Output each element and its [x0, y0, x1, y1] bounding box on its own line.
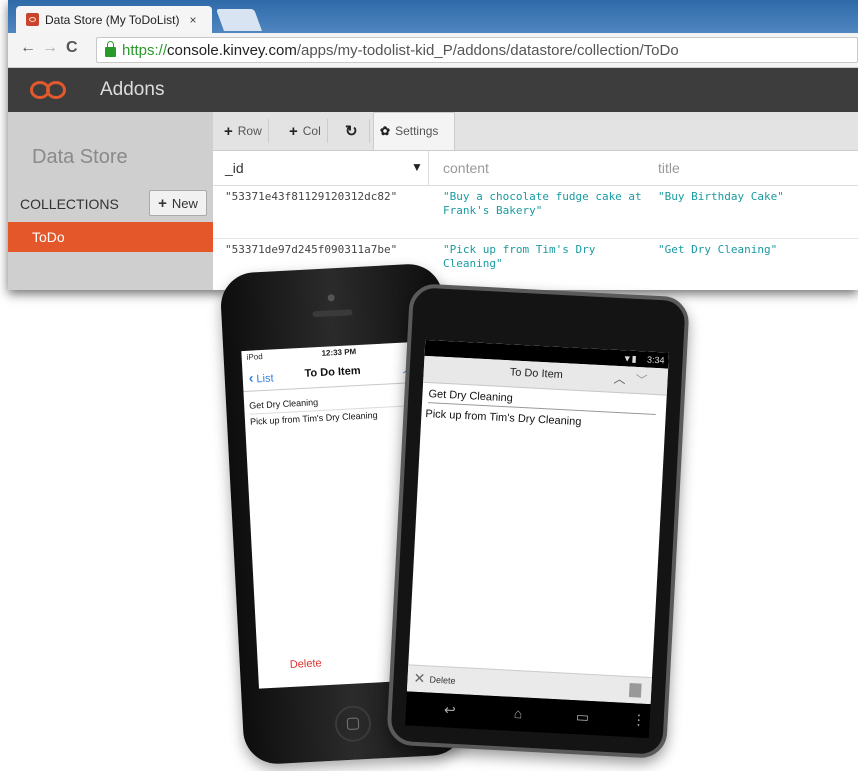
screen-title: To Do Item	[509, 366, 564, 382]
sidebar-item-todo[interactable]: ToDo	[8, 222, 213, 252]
chevron-up-icon[interactable]: ︿	[613, 370, 626, 388]
settings-button[interactable]: ✿ Settings	[373, 119, 444, 143]
address-bar[interactable]: https://console.kinvey.com/apps/my-todol…	[96, 37, 858, 63]
refresh-button[interactable]: ↻	[339, 119, 370, 143]
new-tab-button[interactable]	[215, 9, 263, 31]
column-header-content[interactable]: content	[443, 160, 489, 176]
collection-grid: + Row + Col ↻ ✿ Settings _id ▼ content titl…	[213, 112, 858, 290]
tab-title: Data Store (My ToDoList)	[45, 12, 180, 27]
android-device: ▼▮ 3:34 To Do Item ︿ ﹀ Get Dry Cleaning …	[386, 282, 690, 760]
chevron-down-icon[interactable]: ﹀	[635, 371, 648, 389]
delete-button[interactable]: Delete	[290, 657, 322, 671]
camera-icon	[327, 294, 335, 302]
cell-id[interactable]: "53371de97d245f090311a7be"	[225, 243, 397, 256]
table-row[interactable]: "53371e43f81129120312dc82" "Buy a chocol…	[213, 186, 858, 239]
url-text[interactable]: https://console.kinvey.com/apps/my-todol…	[122, 42, 679, 59]
reload-icon[interactable]: C	[66, 39, 78, 57]
plus-icon: +	[224, 122, 233, 140]
kinvey-favicon-icon	[26, 13, 39, 26]
cell-content[interactable]: "Buy a chocolate fudge cake at Frank's B…	[443, 190, 648, 218]
grid-header: _id ▼ content title	[213, 151, 858, 186]
tab-bar: Data Store (My ToDoList) ×	[8, 0, 858, 33]
sidebar-title: Data Store	[32, 146, 128, 168]
gear-icon: ✿	[380, 124, 391, 138]
browser-window: Data Store (My ToDoList) × ← → C https:/…	[8, 0, 858, 290]
lock-icon	[105, 41, 116, 57]
close-icon[interactable]: ✕	[413, 670, 426, 688]
forward-arrow-icon[interactable]: →	[42, 39, 58, 57]
new-collection-button[interactable]: + New	[149, 190, 207, 216]
cell-title[interactable]: "Buy Birthday Cake"	[658, 190, 784, 203]
status-time: 3:34	[646, 354, 665, 366]
android-screen: ▼▮ 3:34 To Do Item ︿ ﹀ Get Dry Cleaning …	[406, 339, 669, 705]
add-row-label: Row	[237, 124, 262, 138]
url-path: /apps/my-todolist-kid_P/addons/datastore…	[296, 41, 679, 59]
app-header: Addons	[8, 68, 858, 112]
screen-title: To Do Item	[304, 364, 361, 380]
cell-id[interactable]: "53371e43f81129120312dc82"	[225, 190, 397, 203]
cell-content[interactable]: "Pick up from Tim's Dry Cleaning"	[443, 243, 648, 271]
delete-button[interactable]: Delete	[429, 675, 456, 686]
chevron-left-icon: ‹	[248, 369, 254, 386]
refresh-icon: ↻	[345, 123, 358, 140]
column-header-id[interactable]: _id	[225, 160, 244, 176]
column-divider	[428, 151, 429, 185]
browser-tab[interactable]: Data Store (My ToDoList) ×	[16, 6, 212, 33]
back-label: List	[256, 372, 274, 386]
back-icon[interactable]: ↩	[444, 701, 457, 719]
settings-label: Settings	[395, 124, 439, 138]
sort-down-icon[interactable]: ▼	[411, 160, 423, 174]
carrier-label: iPod	[246, 351, 263, 362]
home-square-icon	[346, 717, 360, 731]
add-col-label: Col	[302, 124, 321, 138]
url-host: console.kinvey.com	[167, 41, 297, 59]
home-icon[interactable]: ⌂	[513, 705, 522, 721]
back-arrow-icon[interactable]: ←	[20, 39, 36, 57]
sidebar: Data Store COLLECTIONS + New ToDo	[8, 112, 213, 290]
column-header-title[interactable]: title	[658, 160, 680, 176]
speaker-grille	[312, 309, 353, 318]
add-row-button[interactable]: + Row	[218, 119, 269, 143]
signal-icon: ▼▮	[622, 353, 637, 364]
add-col-button[interactable]: + Col	[283, 119, 328, 143]
collections-label: COLLECTIONS	[20, 196, 119, 212]
menu-dots-icon[interactable]: ⋮	[631, 711, 646, 729]
document-icon[interactable]	[628, 683, 642, 698]
plus-icon: +	[289, 122, 298, 140]
plus-icon: +	[158, 194, 167, 212]
tab-close-icon[interactable]: ×	[190, 13, 197, 27]
url-scheme: https://	[122, 41, 168, 59]
kinvey-logo-icon[interactable]	[28, 77, 74, 103]
status-time: 12:33 PM	[321, 347, 357, 358]
recent-apps-icon[interactable]: ▭	[575, 708, 589, 726]
grid-toolbar: + Row + Col ↻ ✿ Settings	[213, 112, 858, 151]
cell-title[interactable]: "Get Dry Cleaning"	[658, 243, 777, 256]
new-button-label: New	[171, 195, 198, 211]
home-button[interactable]	[334, 704, 372, 743]
app-title: Addons	[100, 79, 165, 100]
back-button[interactable]: ‹ List	[248, 368, 274, 386]
browser-toolbar: ← → C https://console.kinvey.com/apps/my…	[8, 33, 858, 68]
